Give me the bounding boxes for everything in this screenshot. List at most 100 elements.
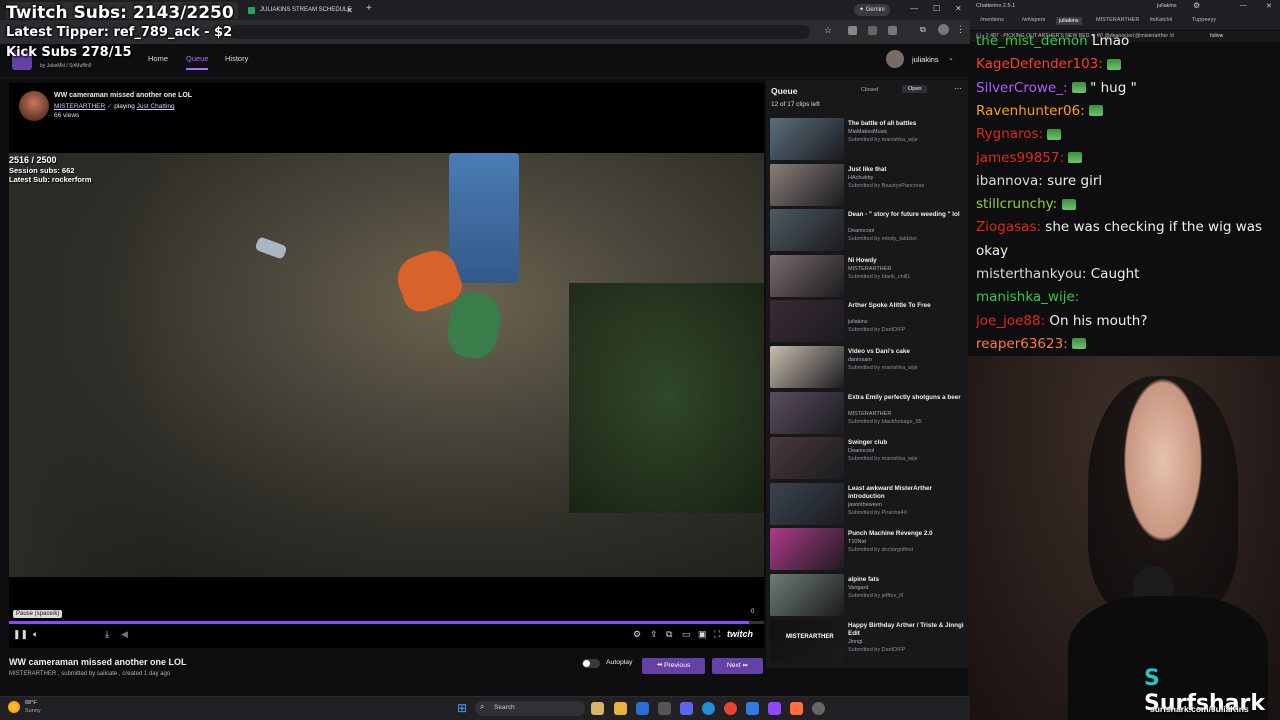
chat-username[interactable]: ibannova: bbox=[976, 173, 1043, 189]
minimize-button[interactable]: — bbox=[910, 4, 918, 13]
chat-username[interactable]: the_mist_demon bbox=[976, 33, 1088, 49]
chatterino-icon[interactable] bbox=[768, 702, 781, 715]
nav-queue[interactable]: Queue bbox=[186, 54, 209, 63]
profile-avatar[interactable] bbox=[938, 24, 949, 35]
chat-username[interactable]: KageDefender103: bbox=[976, 56, 1103, 72]
queue-item[interactable]: Swinger club Deanocool Submitted by manish… bbox=[770, 437, 966, 481]
taskbar-search[interactable]: ⌕ Search bbox=[475, 701, 585, 716]
queue-item[interactable]: Arther Spoke Alittle To Free juliakins Sub… bbox=[770, 300, 966, 344]
nav-history[interactable]: History bbox=[225, 54, 248, 63]
close-window-button[interactable]: ✕ bbox=[955, 4, 962, 13]
clip-thumbnail[interactable] bbox=[770, 437, 844, 480]
extension-icon[interactable] bbox=[888, 26, 897, 35]
clip-thumbnail[interactable] bbox=[770, 209, 844, 252]
clip-thumbnail[interactable] bbox=[770, 118, 844, 160]
download-icon[interactable]: ⤓ bbox=[105, 629, 109, 640]
video-frame[interactable] bbox=[9, 153, 764, 577]
clip-thumbnail[interactable] bbox=[770, 528, 844, 571]
pip-icon[interactable]: ▣ bbox=[698, 629, 707, 640]
queue-item[interactable]: The battle of all battles MiaMakesMusic Su… bbox=[770, 118, 966, 162]
queue-closed-button[interactable]: Closed bbox=[861, 87, 878, 93]
gemini-button[interactable]: ✦ Gemini bbox=[854, 4, 890, 16]
new-tab-button[interactable]: + bbox=[366, 3, 372, 14]
chat-username[interactable]: manishka_wije: bbox=[976, 289, 1079, 305]
discord-icon[interactable] bbox=[680, 702, 693, 715]
game-link[interactable]: Just Chatting bbox=[137, 103, 175, 110]
edge-icon[interactable] bbox=[702, 702, 715, 715]
queue-item[interactable]: Extra Emily perfectly shotguns a beer MIS… bbox=[770, 391, 966, 436]
queue-item[interactable]: Just like that HAchubby Submitted by Beast… bbox=[770, 163, 966, 208]
chat-tab[interactable]: itsKatchii bbox=[1150, 17, 1172, 23]
menu-icon[interactable]: ⋮ bbox=[956, 24, 965, 35]
windows-start-icon[interactable]: ⊞ bbox=[457, 701, 467, 715]
puzzle-icon[interactable]: ⧉ bbox=[920, 25, 926, 35]
clip-thumbnail[interactable] bbox=[770, 391, 844, 434]
store-icon[interactable] bbox=[636, 702, 649, 715]
extension-icon[interactable] bbox=[868, 26, 877, 35]
user-avatar[interactable] bbox=[886, 50, 904, 68]
minimize-button[interactable]: — bbox=[1240, 2, 1247, 9]
gear-icon[interactable]: ⚙ bbox=[1193, 1, 1200, 10]
autoplay-toggle[interactable] bbox=[582, 659, 600, 668]
clip-thumbnail[interactable] bbox=[770, 346, 844, 388]
maximize-button[interactable]: ☐ bbox=[933, 4, 940, 13]
folder-icon[interactable] bbox=[614, 702, 627, 715]
chrome-icon[interactable] bbox=[724, 702, 737, 715]
mute-icon[interactable]: ◀ bbox=[121, 629, 128, 640]
broadcaster-avatar[interactable] bbox=[19, 91, 49, 121]
queue-item[interactable]: Punch Machine Revenge 2.0 T10Nat Submitted… bbox=[770, 528, 966, 572]
next-button[interactable]: Next ⏩︎ bbox=[712, 658, 763, 674]
clip-thumbnail[interactable] bbox=[770, 482, 844, 525]
chat-username[interactable]: joe_joe88: bbox=[976, 313, 1045, 329]
share-icon[interactable]: ⇪ bbox=[650, 629, 658, 640]
app-icon[interactable] bbox=[790, 702, 803, 715]
chat-tab[interactable]: /whispers bbox=[1022, 17, 1045, 23]
clip-thumbnail[interactable]: MISTERARTHER bbox=[770, 619, 844, 662]
clip-thumbnail[interactable] bbox=[770, 574, 844, 616]
star-icon[interactable]: ☆ bbox=[824, 25, 832, 36]
chat-username[interactable]: reaper63623: bbox=[976, 336, 1068, 352]
obs-icon[interactable] bbox=[812, 702, 825, 715]
chat-tab[interactable]: juliakins bbox=[1056, 17, 1082, 25]
theatre-icon[interactable]: ▭ bbox=[682, 629, 691, 640]
chat-username[interactable]: stillcrunchy: bbox=[976, 196, 1057, 212]
queue-item[interactable]: Least awkward MisterArther introduction j… bbox=[770, 482, 966, 527]
chat-tab[interactable]: /mentions bbox=[980, 17, 1004, 23]
nav-home[interactable]: Home bbox=[148, 54, 168, 63]
queue-item[interactable]: Video vs Dani's cake daniosam Submitted by… bbox=[770, 346, 966, 390]
chat-username[interactable]: Ziogasas: bbox=[976, 219, 1041, 235]
extension-icon[interactable] bbox=[848, 26, 857, 35]
previous-button[interactable]: ⏪︎ Previous bbox=[642, 658, 705, 674]
clip-icon[interactable]: ⧉ bbox=[666, 629, 672, 640]
clip-thumbnail[interactable] bbox=[770, 163, 844, 206]
queue-item[interactable]: alpine fats Vangard Submitted by jefftex_i… bbox=[770, 574, 966, 618]
app-icon[interactable] bbox=[658, 702, 671, 715]
twitch-logo[interactable]: twitch bbox=[727, 629, 753, 639]
clip-thumbnail[interactable] bbox=[770, 254, 844, 297]
chat-username[interactable]: Ravenhunter06: bbox=[976, 103, 1085, 119]
browser-tab-schedule[interactable]: JULIAKINS STREAM SCHEDULE ✕ bbox=[244, 2, 358, 19]
sun-icon[interactable] bbox=[8, 701, 20, 713]
username[interactable]: juliakins bbox=[912, 55, 939, 64]
close-icon[interactable]: ✕ bbox=[346, 2, 353, 19]
chat-username[interactable]: SilverCrowe_: bbox=[976, 80, 1068, 96]
volume-icon[interactable]: 🔈︎ bbox=[33, 629, 38, 640]
chat-username[interactable]: Rygnaros: bbox=[976, 126, 1043, 142]
close-window-button[interactable]: ✕ bbox=[1266, 2, 1272, 10]
file-explorer-icon[interactable] bbox=[591, 702, 604, 715]
queue-item[interactable]: MISTERARTHER Happy Birthday Arther / Tris… bbox=[770, 619, 966, 664]
clip-thumbnail[interactable] bbox=[770, 300, 844, 343]
chat-tab[interactable]: Tuppeeyy bbox=[1192, 17, 1216, 23]
progress-track[interactable] bbox=[9, 621, 764, 624]
pause-icon[interactable]: ❚❚ bbox=[13, 629, 28, 640]
app-icon[interactable] bbox=[746, 702, 759, 715]
chevron-down-icon[interactable]: ⌄ bbox=[948, 54, 954, 62]
chat-username[interactable]: james99857: bbox=[976, 150, 1064, 166]
chat-username[interactable]: misterthankyou: bbox=[976, 266, 1086, 282]
queue-open-button[interactable]: Open bbox=[902, 85, 928, 93]
queue-item[interactable]: Dean - " story for future weeding " lol D… bbox=[770, 209, 966, 253]
fullscreen-icon[interactable]: ⛶ bbox=[714, 629, 720, 640]
chat-tab[interactable]: MISTERARTHER bbox=[1096, 17, 1139, 23]
queue-item[interactable]: Ni Howdy MISTERARTHER Submitted by blank_c… bbox=[770, 254, 966, 299]
url-field[interactable] bbox=[230, 25, 810, 39]
